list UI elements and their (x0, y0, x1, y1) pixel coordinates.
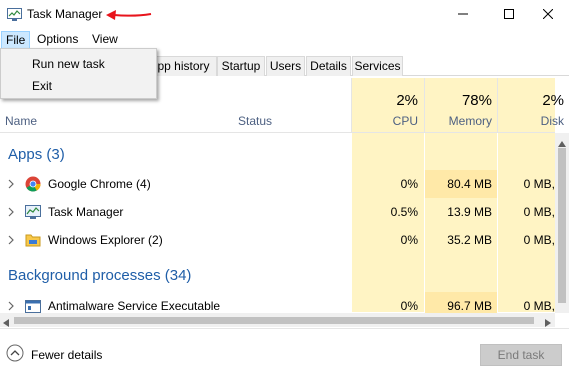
horizontal-scroll-thumb[interactable] (14, 317, 534, 324)
group-apps: Apps (3) (8, 146, 65, 163)
memory-value: 13.9 MB (447, 205, 492, 219)
tab-startup[interactable]: Startup (217, 56, 265, 76)
menu-view[interactable]: View (88, 31, 122, 49)
disk-value: 0 MB, (523, 205, 555, 219)
close-button[interactable] (525, 0, 569, 30)
tab-details[interactable]: Details (306, 56, 351, 76)
memory-value: 96.7 MB (447, 299, 492, 313)
chevron-right-icon[interactable] (7, 234, 15, 248)
memory-total-percent: 78% (461, 92, 492, 109)
fewer-details-link[interactable]: Fewer details (31, 348, 102, 362)
exit-item[interactable]: Exit (32, 79, 52, 93)
process-name: Task Manager (48, 205, 124, 219)
close-icon (542, 8, 554, 22)
red-arrow-annotation (104, 8, 152, 25)
folder-icon (25, 232, 41, 248)
column-header-name[interactable]: Name (5, 114, 37, 128)
chevron-up-circle-icon[interactable] (6, 344, 24, 365)
cpu-value: 0% (400, 299, 418, 313)
maximize-icon (504, 8, 514, 22)
chevron-right-icon[interactable] (7, 300, 15, 314)
column-header-status[interactable]: Status (238, 114, 272, 128)
table-row[interactable]: Google Chrome (4) 0% 80.4 MB 0 MB, (0, 170, 555, 198)
table-row[interactable]: Windows Explorer (2) 0% 35.2 MB 0 MB, (0, 226, 555, 254)
table-row[interactable]: Task Manager 0.5% 13.9 MB 0 MB, (0, 198, 555, 226)
menu-file[interactable]: File (1, 31, 31, 49)
chevron-right-icon[interactable] (7, 206, 15, 220)
disk-value: 0 MB, (523, 299, 555, 313)
minimize-icon (458, 8, 468, 22)
column-header-cpu[interactable]: CPU (352, 114, 418, 128)
run-new-task-item[interactable]: Run new task (32, 57, 105, 71)
process-name: Google Chrome (4) (48, 177, 151, 191)
header-divider (0, 132, 555, 133)
cpu-value: 0% (400, 233, 418, 247)
tab-app-history[interactable]: pp history (150, 56, 217, 76)
process-name: Windows Explorer (2) (48, 233, 163, 247)
column-header-disk[interactable]: Disk (498, 114, 564, 128)
disk-value: 0 MB, (523, 233, 555, 247)
title-bar: Task Manager (0, 0, 569, 30)
chrome-icon (25, 176, 41, 192)
menu-bar: File Options View (0, 30, 569, 49)
service-icon (25, 298, 41, 314)
vertical-scroll-thumb[interactable] (558, 148, 566, 303)
cpu-value: 0% (400, 177, 418, 191)
task-manager-icon (7, 8, 22, 21)
disk-total-percent: 2% (542, 92, 564, 109)
group-background-processes: Background processes (34) (8, 267, 192, 284)
tab-services[interactable]: Services (352, 56, 403, 76)
task-manager-icon (25, 204, 41, 220)
process-name: Antimalware Service Executable (48, 299, 221, 313)
chevron-right-icon[interactable] (7, 178, 15, 192)
window-title: Task Manager (27, 7, 103, 21)
cpu-total-percent: 2% (396, 92, 418, 109)
disk-value: 0 MB, (523, 177, 555, 191)
tab-users[interactable]: Users (266, 56, 305, 76)
menu-options[interactable]: Options (33, 31, 82, 49)
footer: Fewer details End task (0, 328, 569, 370)
minimize-button[interactable] (440, 0, 486, 30)
end-task-button[interactable]: End task (480, 344, 562, 366)
file-menu-dropdown: Run new task Exit (0, 48, 157, 99)
column-header-memory[interactable]: Memory (425, 114, 492, 128)
memory-value: 80.4 MB (447, 177, 492, 191)
cpu-value: 0.5% (390, 205, 418, 219)
memory-value: 35.2 MB (447, 233, 492, 247)
